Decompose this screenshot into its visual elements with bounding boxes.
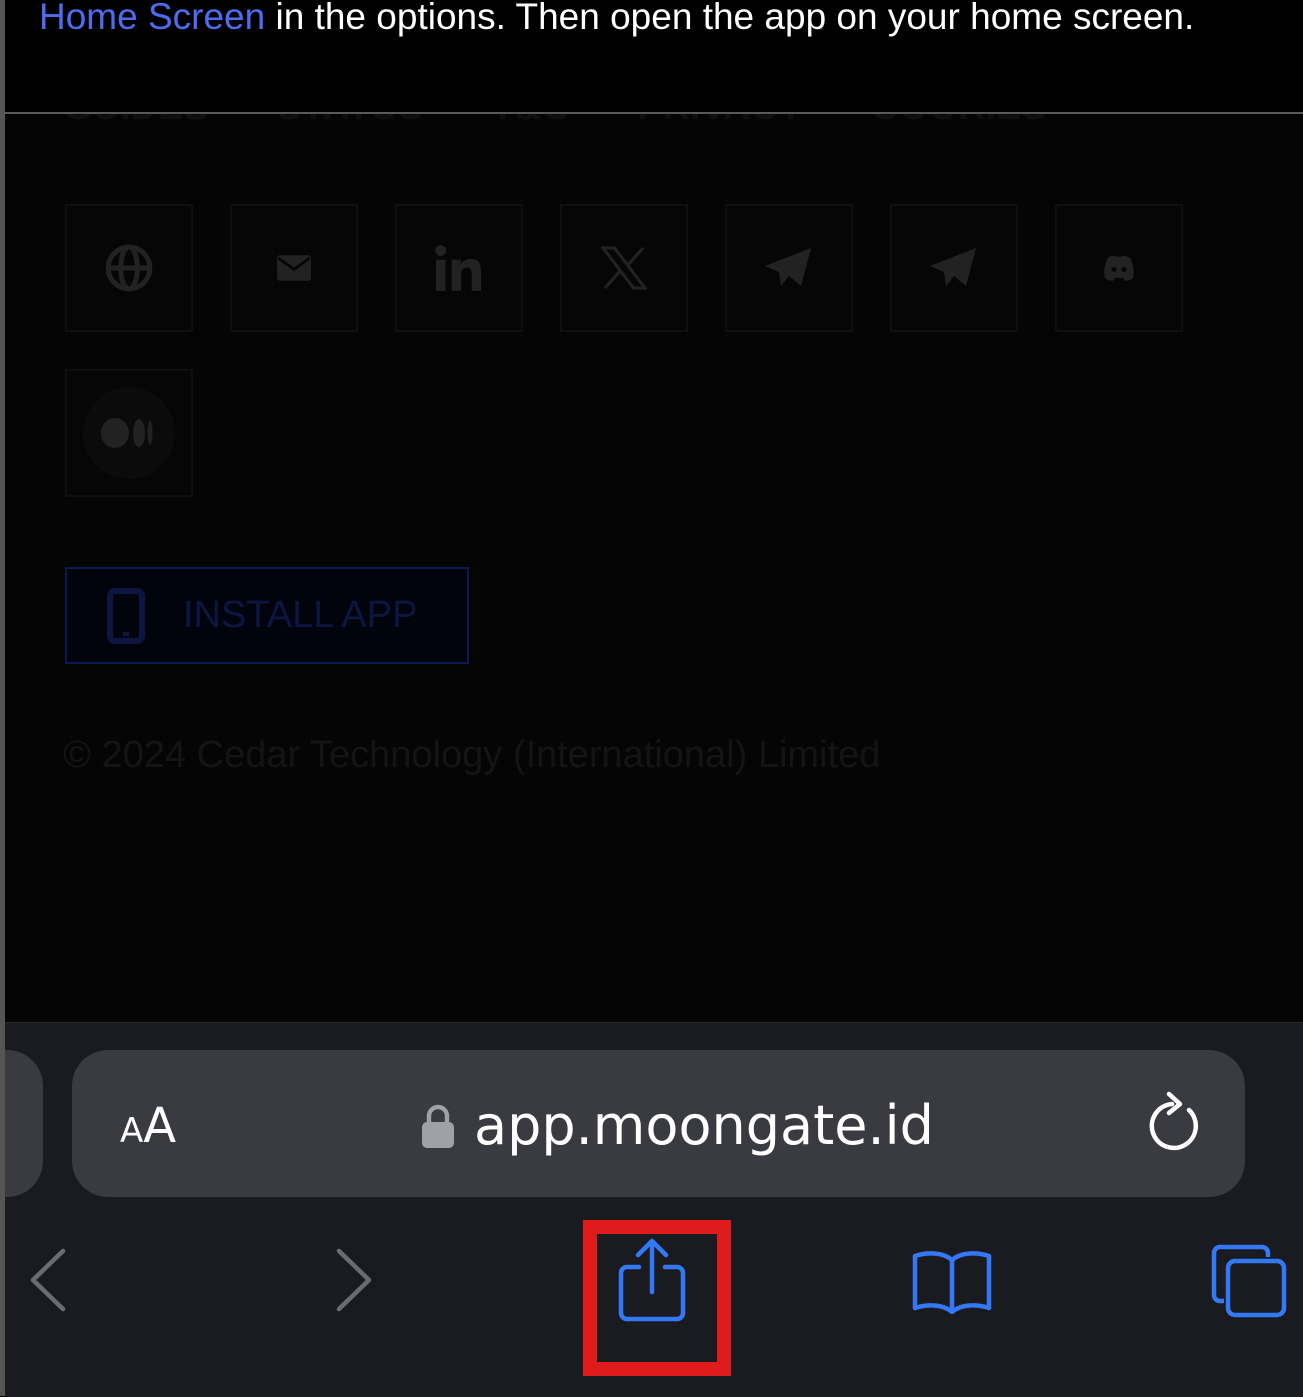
url-display[interactable]: app.moongate.id	[422, 1094, 934, 1157]
forward-button[interactable]	[333, 1245, 377, 1320]
x-icon	[601, 246, 647, 290]
browser-toolbar: AA app.moongate.id	[5, 1022, 1303, 1397]
tabs-icon	[1211, 1244, 1287, 1318]
web-page: GUIDES STATUS T&C PRIVACY COOKIES	[5, 114, 1303, 1022]
bookmarks-button[interactable]	[911, 1248, 993, 1319]
chevron-right-icon	[336, 1248, 372, 1312]
copyright-text: © 2024 Cedar Technology (International) …	[63, 734, 881, 776]
social-linkedin-button[interactable]	[395, 204, 523, 332]
reader-text-size-button[interactable]: AA	[120, 1098, 176, 1154]
install-app-button[interactable]: INSTALL APP	[65, 567, 469, 664]
reload-button[interactable]	[1147, 1090, 1205, 1159]
footer-link-tandc[interactable]: T&C	[491, 114, 569, 129]
mail-icon	[277, 255, 311, 281]
aa-large: A	[143, 1098, 177, 1154]
social-telegram-button[interactable]	[725, 204, 853, 332]
footer-link-privacy[interactable]: PRIVACY	[637, 114, 803, 129]
social-x-button[interactable]	[560, 204, 688, 332]
footer-link-status[interactable]: STATUS	[277, 114, 423, 129]
linkedin-icon	[435, 245, 482, 291]
previous-tab-stub[interactable]	[5, 1050, 43, 1197]
instruction-rest: in the options. Then open the app on you…	[265, 0, 1195, 37]
chevron-left-icon	[30, 1248, 66, 1312]
social-email-button[interactable]	[230, 204, 358, 332]
back-button[interactable]	[25, 1245, 69, 1320]
lock-icon	[422, 1104, 454, 1148]
home-screen-highlight: Home Screen	[39, 0, 266, 37]
discord-icon	[1104, 255, 1134, 281]
social-medium-button[interactable]	[65, 369, 193, 497]
social-telegram-button-2[interactable]	[890, 204, 1018, 332]
reload-icon	[1149, 1091, 1199, 1151]
footer-links: GUIDES STATUS T&C PRIVACY COOKIES	[63, 114, 1047, 129]
instruction-bar: Home Screen in the options. Then open th…	[5, 0, 1303, 114]
tabs-button[interactable]	[1210, 1243, 1288, 1324]
aa-small: A	[120, 1111, 144, 1151]
footer-link-guides[interactable]: GUIDES	[63, 114, 209, 129]
telegram-icon	[930, 248, 976, 286]
phone-icon	[107, 587, 145, 644]
footer-link-cookies[interactable]: COOKIES	[871, 114, 1046, 129]
url-text: app.moongate.id	[474, 1094, 934, 1157]
instruction-text: Home Screen in the options. Then open th…	[39, 0, 1194, 38]
globe-icon	[105, 244, 153, 292]
medium-icon	[83, 387, 175, 479]
install-app-label: INSTALL APP	[183, 594, 418, 636]
bookmarks-icon	[912, 1251, 992, 1315]
address-bar[interactable]: AA app.moongate.id	[72, 1050, 1245, 1197]
social-discord-button[interactable]	[1055, 204, 1183, 332]
telegram-icon	[765, 248, 811, 286]
share-highlight-box	[583, 1220, 731, 1376]
social-website-button[interactable]	[65, 204, 193, 332]
